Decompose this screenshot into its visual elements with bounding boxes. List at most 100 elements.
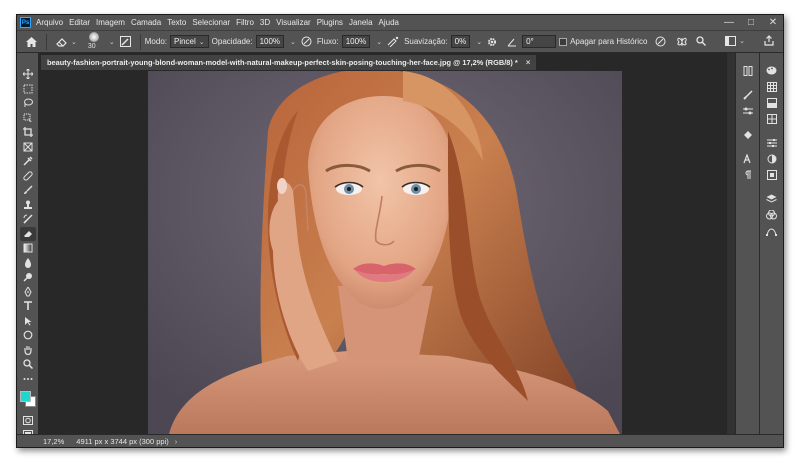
paths-panel-icon[interactable]	[764, 223, 780, 238]
document-tab-title: beauty-fashion-portrait-young-blond-woma…	[47, 58, 518, 67]
close-tab-button[interactable]: ×	[526, 58, 531, 67]
path-select-icon[interactable]	[20, 314, 36, 329]
chevron-down-icon: ⌄	[739, 37, 745, 45]
menu-plugins[interactable]: Plugins	[317, 18, 343, 27]
tools-panel	[17, 53, 39, 447]
flow-input[interactable]: 100%	[341, 35, 371, 48]
history-panel-icon[interactable]	[740, 63, 756, 78]
brush-panel-icon[interactable]	[740, 87, 756, 102]
menu-3d[interactable]: 3D	[260, 18, 270, 27]
photoshop-logo-icon: Ps	[20, 17, 31, 28]
type-icon[interactable]	[20, 299, 36, 314]
zoom-level[interactable]: 17,2%	[43, 437, 64, 446]
gradient-icon[interactable]	[20, 241, 36, 256]
mode-label: Modo:	[144, 37, 167, 46]
chevron-down-icon[interactable]: ⌄	[290, 38, 296, 46]
butterfly-symmetry-icon[interactable]	[676, 36, 688, 47]
mode-value: Pincel	[173, 37, 196, 46]
share-icon[interactable]	[764, 35, 774, 46]
angle-icon	[507, 37, 517, 47]
gear-icon[interactable]	[487, 37, 497, 47]
pen-icon[interactable]	[20, 285, 36, 300]
menu-camada[interactable]: Camada	[131, 18, 161, 27]
eraser-icon[interactable]	[19, 226, 36, 241]
soft-brush-icon	[88, 31, 99, 42]
stamp-icon[interactable]	[20, 198, 36, 213]
adjustments-icon[interactable]	[740, 103, 756, 118]
chevron-down-icon[interactable]: ⌄	[376, 38, 382, 46]
zoom-icon[interactable]	[20, 357, 36, 372]
more-icon[interactable]	[20, 372, 36, 387]
properties-panel-icon[interactable]	[764, 135, 780, 150]
airbrush-icon[interactable]	[387, 36, 399, 47]
portrait-illustration	[148, 71, 622, 434]
color-swatches[interactable]	[19, 390, 37, 410]
chevron-down-icon[interactable]: ⌄	[109, 38, 115, 46]
flow-label: Fluxo:	[316, 37, 339, 46]
erase-to-history-checkbox[interactable]	[559, 37, 568, 46]
pressure-size-icon[interactable]	[655, 36, 666, 47]
foreground-color-swatch[interactable]	[19, 391, 31, 402]
brush-icon[interactable]	[20, 183, 36, 198]
menu-janela[interactable]: Janela	[349, 18, 373, 27]
hand-icon[interactable]	[20, 343, 36, 358]
home-icon[interactable]	[26, 36, 37, 47]
marquee-icon[interactable]	[20, 82, 36, 97]
options-bar: ⌄ 30 ⌄ Modo: Pincel ⌄ Opacidade: 100% ⌄ F…	[17, 30, 783, 53]
menu-imagem[interactable]: Imagem	[96, 18, 125, 27]
patterns-panel-icon[interactable]	[764, 111, 780, 126]
menu-visualizar[interactable]: Visualizar	[276, 18, 311, 27]
smoothing-label: Suavização:	[404, 37, 448, 46]
color-panel-icon[interactable]	[764, 63, 780, 78]
channels-panel-icon[interactable]	[764, 207, 780, 222]
document-tab[interactable]: beauty-fashion-portrait-young-blond-woma…	[41, 55, 537, 70]
menu-editar[interactable]: Editar	[69, 18, 90, 27]
close-window-button[interactable]: ✕	[767, 17, 779, 29]
eyedropper-icon[interactable]	[20, 154, 36, 169]
opacity-input[interactable]: 100%	[255, 35, 285, 48]
eraser-tool-preset-icon[interactable]: ⌄	[56, 37, 77, 47]
gradients-panel-icon[interactable]	[764, 95, 780, 110]
object-select-icon[interactable]	[20, 111, 36, 126]
panel-strip-left	[735, 53, 759, 447]
menu-arquivo[interactable]: Arquivo	[36, 18, 63, 27]
menu-texto[interactable]: Texto	[167, 18, 186, 27]
pressure-opacity-icon[interactable]	[301, 36, 312, 47]
lasso-icon[interactable]	[20, 96, 36, 111]
mode-select[interactable]: Pincel ⌄	[169, 35, 209, 48]
quick-mask-icon[interactable]	[20, 413, 36, 428]
maximize-button[interactable]: □	[745, 17, 757, 29]
brush-preset-picker[interactable]: 30	[86, 31, 102, 52]
workspace-icon[interactable]: ⌄	[725, 35, 745, 46]
adjustments-panel-icon[interactable]	[764, 151, 780, 166]
search-icon[interactable]	[696, 35, 707, 46]
character-panel-icon[interactable]	[740, 151, 756, 166]
dodge-icon[interactable]	[20, 270, 36, 285]
angle-input[interactable]: 0°	[522, 35, 557, 48]
shape-icon[interactable]	[20, 328, 36, 343]
portrait-photo	[148, 71, 622, 434]
frame-icon[interactable]	[20, 140, 36, 155]
swatches-panel-icon[interactable]	[764, 79, 780, 94]
healing-icon[interactable]	[20, 169, 36, 184]
menu-filtro[interactable]: Filtro	[236, 18, 254, 27]
brush-settings-icon[interactable]	[119, 36, 131, 47]
layers-panel-icon[interactable]	[764, 191, 780, 206]
paragraph-panel-icon[interactable]	[740, 167, 756, 182]
menu-selecionar[interactable]: Selecionar	[192, 18, 230, 27]
canvas-area[interactable]	[39, 70, 727, 434]
status-menu-button[interactable]: ›	[175, 437, 178, 446]
window-controls: — □ ✕	[723, 15, 779, 30]
menu-ajuda[interactable]: Ajuda	[379, 18, 399, 27]
smoothing-input[interactable]: 0%	[450, 35, 471, 48]
libraries-panel-icon[interactable]	[764, 167, 780, 182]
blur-icon[interactable]	[20, 256, 36, 271]
chevron-down-icon: ⌄	[71, 38, 77, 46]
crop-icon[interactable]	[20, 125, 36, 140]
minimize-button[interactable]: —	[723, 17, 735, 29]
status-bar: 17,2% 4911 px x 3744 px (300 ppi) ›	[17, 434, 783, 447]
actions-panel-icon[interactable]	[740, 127, 756, 142]
history-brush-icon[interactable]	[20, 212, 36, 227]
move-icon[interactable]	[20, 67, 36, 82]
chevron-down-icon[interactable]: ⌄	[476, 38, 482, 46]
